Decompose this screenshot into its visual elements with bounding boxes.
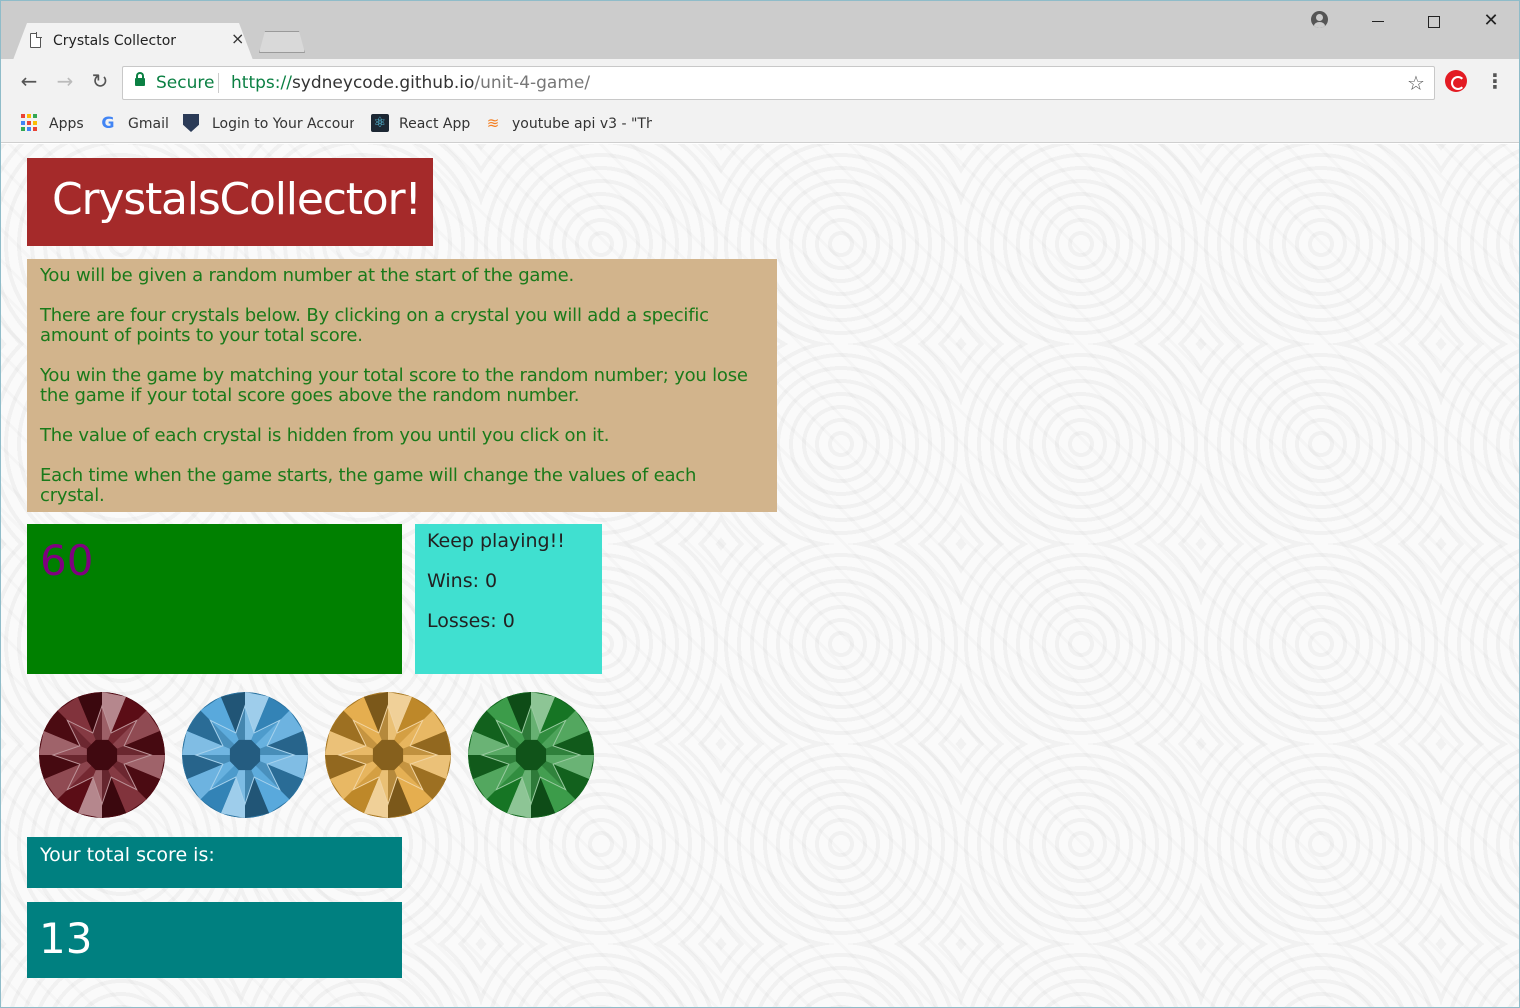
google-icon: G [101, 113, 115, 132]
tab-crystals-collector[interactable]: Crystals Collector × [13, 23, 253, 60]
toolbar: ← → ↻ Secure https://sydneycode.github.i… [1, 59, 1519, 105]
maximize-button[interactable] [1419, 9, 1449, 33]
address-bar[interactable]: Secure https://sydneycode.github.io/unit… [122, 66, 1435, 100]
bookmark-login[interactable]: Login to Your Accoun [212, 113, 354, 135]
blue-crystal[interactable] [182, 692, 308, 818]
menu-dots-icon[interactable]: ⋮ [1485, 71, 1505, 93]
blue-crystal-graphic [182, 692, 308, 818]
react-icon: ⚛ [371, 114, 389, 132]
wins-counter: Wins: 0 [427, 570, 498, 592]
random-number: 60 [40, 536, 94, 585]
lock-icon [135, 72, 145, 86]
tab-title: Crystals Collector [53, 33, 177, 49]
status-message: Keep playing!! [427, 530, 565, 552]
status-panel: Keep playing!! Wins: 0 Losses: 0 [415, 524, 602, 674]
reload-icon[interactable]: ↻ [88, 69, 112, 93]
extension-icon[interactable] [1445, 70, 1467, 92]
browser-window: Crystals Collector × ✕ ← → ↻ Secure http… [0, 0, 1520, 1008]
profile-icon[interactable] [1311, 11, 1328, 28]
bookmark-star-icon[interactable]: ☆ [1407, 71, 1425, 95]
gold-crystal-graphic [325, 692, 451, 818]
instruction-4: The value of each crystal is hidden from… [40, 425, 610, 446]
forward-arrow-icon[interactable]: → [53, 69, 77, 93]
url-text[interactable]: https://sydneycode.github.io/unit-4-game… [231, 73, 590, 93]
instruction-1: You will be given a random number at the… [40, 265, 574, 286]
page-viewport: CrystalsCollector! You will be given a r… [1, 144, 1519, 1007]
score-label-box: Your total score is: [27, 837, 402, 888]
total-score-box: 13 [27, 902, 402, 978]
tab-close-icon[interactable]: × [231, 31, 244, 47]
gold-crystal[interactable] [325, 692, 451, 818]
bookmark-gmail[interactable]: Gmail [128, 113, 169, 135]
crystals-row [39, 692, 599, 820]
back-arrow-icon[interactable]: ← [17, 69, 41, 93]
bookmark-apps[interactable]: Apps [49, 113, 84, 135]
document-icon [30, 32, 42, 48]
page-title: CrystalsCollector! [52, 174, 422, 225]
green-crystal[interactable] [468, 692, 594, 818]
new-tab-button[interactable] [259, 31, 305, 53]
bookmark-react-app[interactable]: React App [399, 113, 470, 135]
minimize-button[interactable] [1363, 9, 1393, 33]
instruction-3: You win the game by matching your total … [40, 365, 748, 406]
game-heading: CrystalsCollector! [27, 158, 433, 246]
bookmark-youtube-api[interactable]: youtube api v3 - "Thi [512, 113, 652, 135]
red-crystal[interactable] [39, 692, 165, 818]
random-number-box: 60 [27, 524, 402, 674]
title-bar: Crystals Collector × ✕ [1, 1, 1519, 60]
score-label: Your total score is: [40, 844, 215, 866]
instruction-2: There are four crystals below. By clicki… [40, 305, 709, 346]
instruction-5: Each time when the game starts, the game… [40, 465, 697, 506]
total-score: 13 [39, 914, 93, 963]
red-crystal-graphic [39, 692, 165, 818]
bookmarks-bar: Apps G Gmail Login to Your Accoun ⚛ Reac… [1, 105, 1519, 143]
instructions-panel: You will be given a random number at the… [27, 259, 777, 512]
stackoverflow-icon: ≋ [486, 114, 500, 132]
url-separator [218, 73, 219, 93]
secure-label: Secure [156, 73, 215, 93]
apps-icon [21, 114, 39, 132]
close-window-button[interactable]: ✕ [1476, 9, 1506, 33]
losses-counter: Losses: 0 [427, 610, 515, 632]
shield-icon [183, 114, 199, 132]
green-crystal-graphic [468, 692, 594, 818]
